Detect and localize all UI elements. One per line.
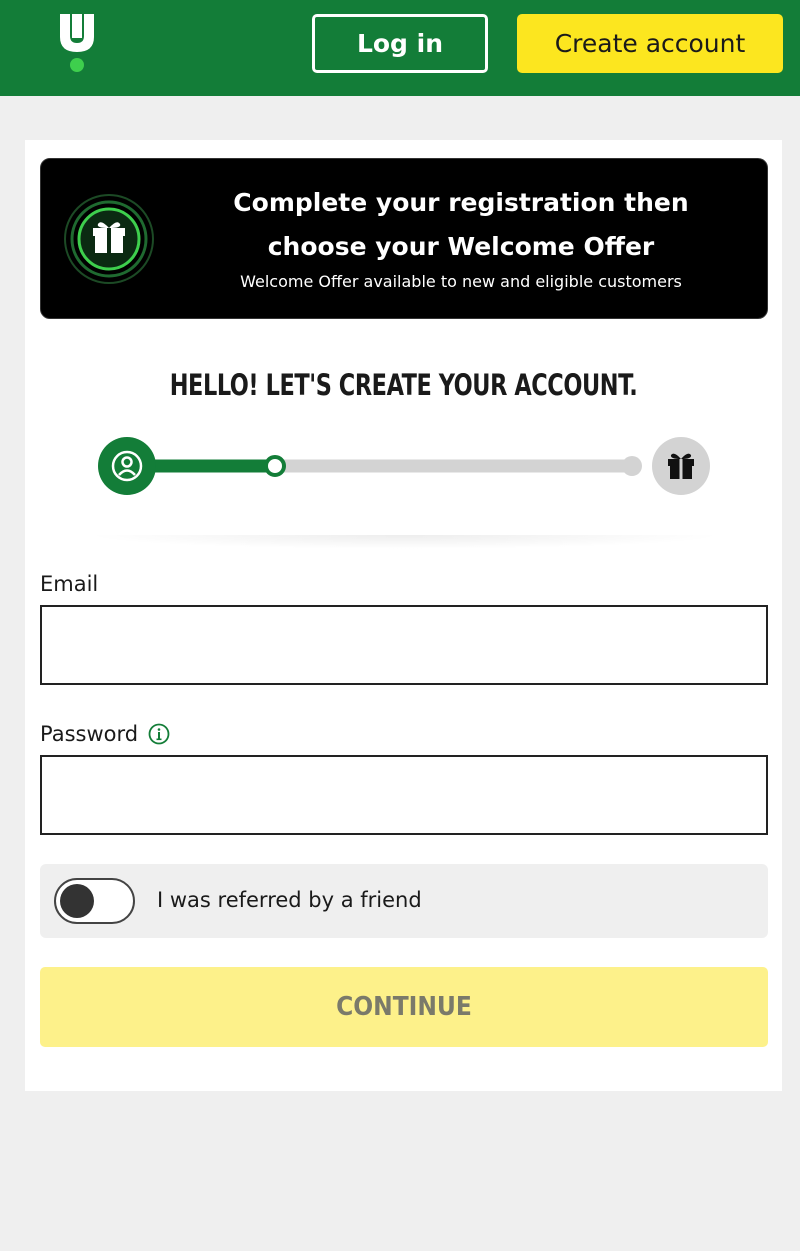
gift-step-icon bbox=[652, 437, 710, 495]
email-field[interactable] bbox=[40, 605, 768, 685]
referral-label: I was referred by a friend bbox=[157, 888, 422, 912]
referral-toggle[interactable] bbox=[54, 878, 135, 924]
toggle-knob bbox=[60, 884, 94, 918]
create-account-button[interactable]: Create account bbox=[517, 14, 783, 73]
unibet-logo-icon[interactable] bbox=[58, 12, 96, 74]
banner-title: Complete your registration then choose y… bbox=[233, 188, 689, 261]
password-field[interactable] bbox=[40, 755, 768, 835]
referral-row: I was referred by a friend bbox=[40, 864, 768, 938]
registration-card: Complete your registration then choose y… bbox=[25, 140, 782, 1091]
email-label: Email bbox=[40, 572, 99, 596]
password-label: Password bbox=[40, 722, 139, 746]
user-icon bbox=[98, 437, 156, 495]
registration-progress-bar bbox=[98, 437, 710, 495]
section-divider bbox=[85, 535, 725, 549]
login-button[interactable]: Log in bbox=[312, 14, 488, 73]
welcome-offer-banner: Complete your registration then choose y… bbox=[40, 158, 768, 319]
info-icon[interactable] bbox=[148, 723, 170, 745]
page-title: HELLO! LET'S CREATE YOUR ACCOUNT. bbox=[169, 368, 638, 402]
top-header: Log in Create account bbox=[0, 0, 800, 96]
password-label-row: Password bbox=[40, 722, 170, 746]
banner-subtitle: Welcome Offer available to new and eligi… bbox=[240, 272, 682, 291]
gift-icon bbox=[64, 194, 154, 284]
continue-button[interactable]: CONTINUE bbox=[40, 967, 768, 1047]
